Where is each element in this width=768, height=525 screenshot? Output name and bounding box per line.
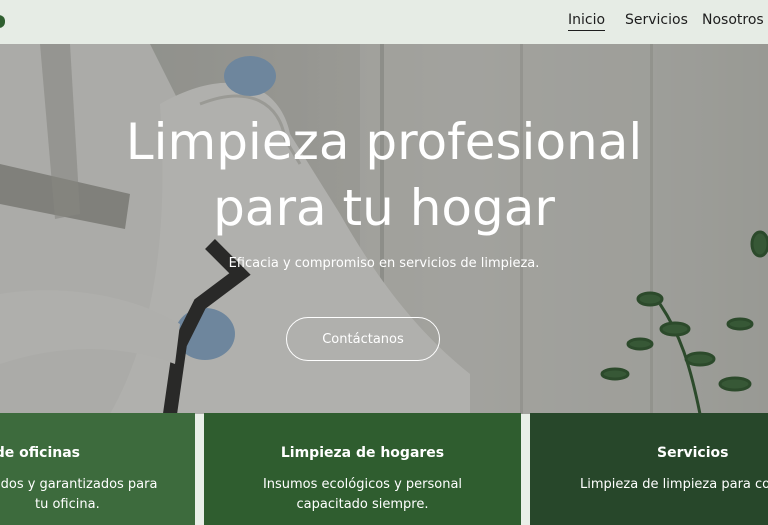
card-text-line1: Insumos ecológicos y personal — [262, 477, 463, 492]
hero-title-line1: Limpieza profesional — [125, 113, 643, 171]
hero-subtitle: Eficacia y compromiso en servicios de li… — [228, 256, 540, 271]
card-text-line1: Limpieza de limpieza para come — [580, 477, 768, 492]
nav-item-servicios[interactable]: Servicios — [625, 12, 688, 28]
card-text-line1: idos y garantizados para — [0, 477, 158, 492]
service-card-oficinas[interactable]: pieza de oficinas idos y garantizados pa… — [0, 413, 195, 525]
hero-title-line2: para tu hogar — [213, 179, 555, 237]
nav-item-nosotros[interactable]: Nosotros — [702, 12, 764, 28]
nav-item-inicio[interactable]: Inicio — [568, 12, 606, 31]
service-card-servicios[interactable]: Servicios Limpieza de limpieza para come — [530, 413, 768, 525]
card-text-line2: capacitado siempre. — [296, 497, 429, 512]
card-title: pieza de oficinas — [0, 445, 81, 461]
hero-section: Limpieza profesional para tu hogar Efica… — [0, 44, 768, 414]
card-title: Servicios — [657, 445, 729, 461]
card-title: Limpieza de hogares — [280, 445, 445, 461]
contact-button[interactable]: Contáctanos — [286, 317, 440, 361]
top-nav-bar: Inicio Servicios Nosotros — [0, 0, 768, 44]
card-text-line2: tu oficina. — [35, 497, 100, 512]
service-card-hogares[interactable]: Limpieza de hogares Insumos ecológicos y… — [204, 413, 521, 525]
logo-mark-icon[interactable] — [0, 15, 5, 28]
